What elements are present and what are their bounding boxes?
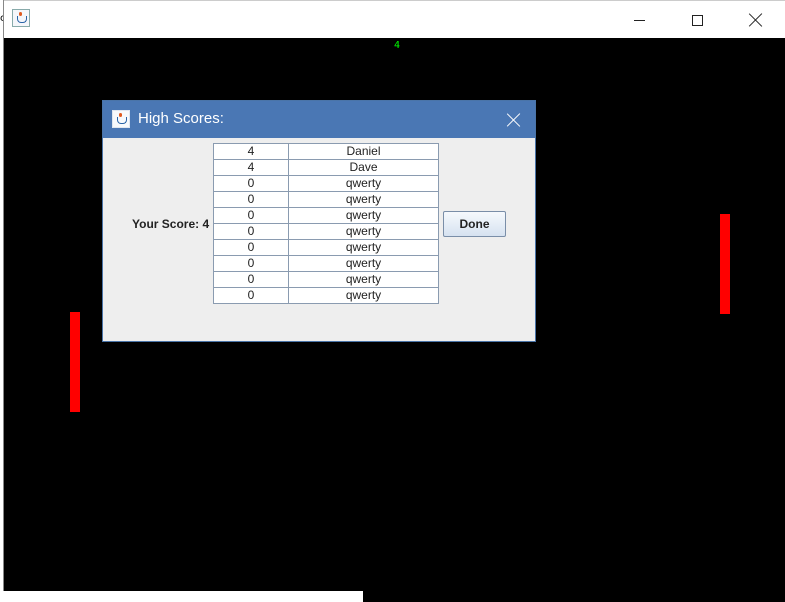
main-title-bar[interactable]	[4, 0, 785, 38]
done-button[interactable]: Done	[443, 211, 506, 237]
name-cell[interactable]: qwerty	[288, 271, 439, 288]
table-row[interactable]: 0 qwerty	[213, 255, 439, 272]
score-cell[interactable]: 0	[213, 175, 289, 192]
name-cell[interactable]: qwerty	[288, 175, 439, 192]
table-row[interactable]: 0 qwerty	[213, 239, 439, 256]
maximize-icon	[691, 14, 703, 26]
right-paddle	[720, 214, 730, 314]
score-cell[interactable]: 0	[213, 271, 289, 288]
name-cell[interactable]: Daniel	[288, 143, 439, 160]
score-cell[interactable]: 4	[213, 159, 289, 176]
table-row[interactable]: 4 Daniel	[213, 143, 439, 160]
score-cell[interactable]: 4	[213, 143, 289, 160]
minimize-icon	[633, 19, 645, 21]
java-app-icon	[112, 110, 130, 128]
minimize-button[interactable]	[616, 5, 662, 35]
game-score: 4	[394, 40, 401, 51]
desktop-strip	[0, 591, 363, 602]
dialog-title-bar[interactable]: High Scores:	[103, 101, 535, 138]
left-paddle	[70, 312, 80, 412]
table-row[interactable]: 0 qwerty	[213, 191, 439, 208]
score-cell[interactable]: 0	[213, 255, 289, 272]
close-icon	[507, 113, 521, 127]
dialog-close-button[interactable]	[501, 107, 527, 133]
score-cell[interactable]: 0	[213, 287, 289, 304]
high-scores-dialog: High Scores: Your Score: 4 4 Daniel 4 Dave 0…	[102, 100, 536, 342]
table-row[interactable]: 0 qwerty	[213, 271, 439, 288]
name-cell[interactable]: qwerty	[288, 287, 439, 304]
close-icon	[749, 13, 763, 27]
table-row[interactable]: 0 qwerty	[213, 175, 439, 192]
name-cell[interactable]: qwerty	[288, 255, 439, 272]
table-row[interactable]: 0 qwerty	[213, 207, 439, 224]
java-app-icon	[12, 9, 30, 27]
table-row[interactable]: 0 qwerty	[213, 223, 439, 240]
name-cell[interactable]: qwerty	[288, 191, 439, 208]
name-cell[interactable]: qwerty	[288, 239, 439, 256]
score-cell[interactable]: 0	[213, 239, 289, 256]
table-row[interactable]: 0 qwerty	[213, 287, 439, 304]
name-cell[interactable]: qwerty	[288, 207, 439, 224]
score-cell[interactable]: 0	[213, 191, 289, 208]
name-cell[interactable]: Dave	[288, 159, 439, 176]
score-cell[interactable]: 0	[213, 223, 289, 240]
maximize-button[interactable]	[674, 5, 720, 35]
score-cell[interactable]: 0	[213, 207, 289, 224]
name-cell[interactable]: qwerty	[288, 223, 439, 240]
table-row[interactable]: 4 Dave	[213, 159, 439, 176]
high-scores-table: 4 Daniel 4 Dave 0 qwerty 0 qwerty 0 qwerty 0 qwerty…	[213, 143, 439, 304]
dialog-title: High Scores:	[138, 110, 224, 127]
taskbar-strip	[363, 591, 785, 602]
your-score-label: Your Score: 4	[132, 217, 210, 231]
close-button[interactable]	[733, 5, 779, 35]
